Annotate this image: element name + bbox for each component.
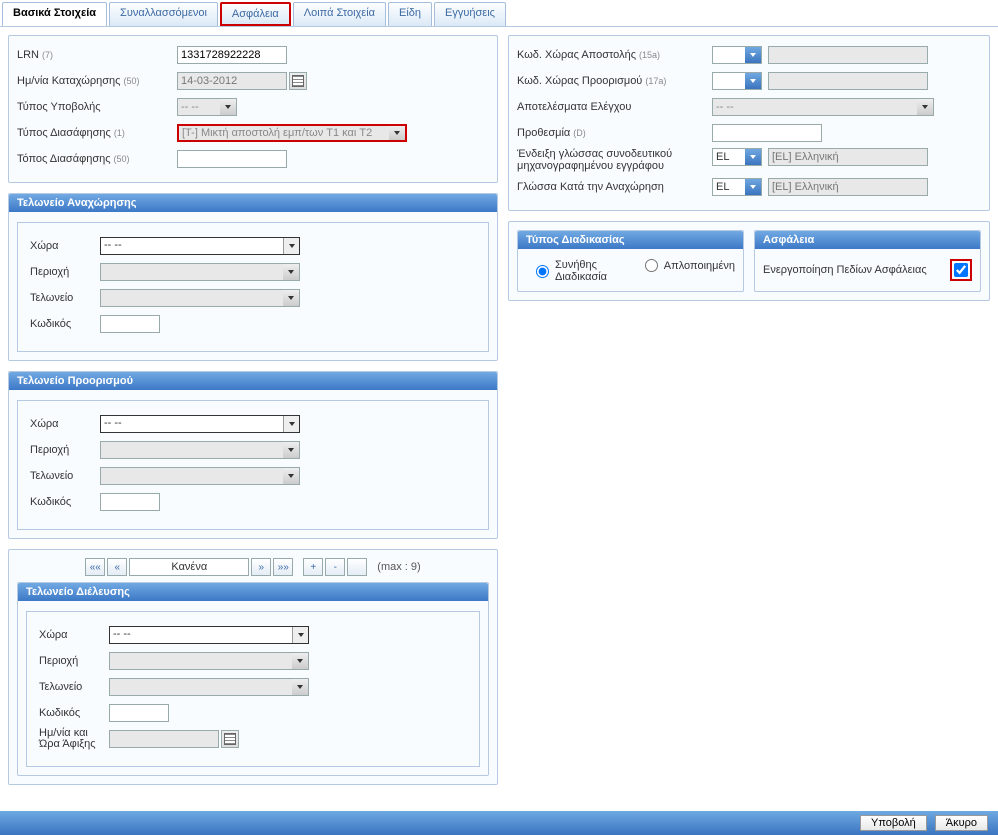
deptlang-label: Γλώσσα Κατά την Αναχώρηση <box>517 181 712 193</box>
chevron-down-icon[interactable] <box>283 238 299 254</box>
subtype-select[interactable]: -- -- <box>177 98 237 116</box>
dest-name <box>768 72 928 90</box>
regdate-label: Ημ/νία Καταχώρησης(50) <box>17 75 177 87</box>
dep-code-label: Κωδικός <box>30 318 100 330</box>
tab-other[interactable]: Λοιπά Στοιχεία <box>293 2 386 26</box>
dest-code-select[interactable] <box>712 72 762 90</box>
control-select[interactable]: -- -- <box>712 98 934 116</box>
declplace-input[interactable] <box>177 150 287 168</box>
security-panel: Ασφάλεια Ενεργοποίηση Πεδίων Ασφάλειας <box>754 230 981 292</box>
procedure-panel: Τύπος Διαδικασίας Συνήθης Διαδικασία Απλ… <box>517 230 744 292</box>
tr-arrival-dt <box>109 730 219 748</box>
regdate-display: 14-03-2012 <box>177 72 287 90</box>
chevron-down-icon[interactable] <box>283 442 299 458</box>
security-header: Ασφάλεια <box>755 231 980 249</box>
chevron-down-icon[interactable] <box>389 126 405 140</box>
dep-cust-select[interactable] <box>100 289 300 307</box>
chevron-down-icon[interactable] <box>292 653 308 669</box>
dispatch-label: Κωδ. Χώρας Αποστολής(15a) <box>517 49 712 61</box>
decltype-select[interactable]: [T-] Μικτή αποστολή εμπ/των T1 και T2 <box>177 124 407 142</box>
deptlang-code[interactable]: EL <box>712 178 762 196</box>
lrn-label: LRN(7) <box>17 49 177 61</box>
security-checkbox[interactable] <box>954 263 968 277</box>
nav-prev[interactable]: « <box>107 558 127 576</box>
procedure-header: Τύπος Διαδικασίας <box>518 231 743 249</box>
tr-region-select[interactable] <box>109 652 309 670</box>
nav-first[interactable]: «« <box>85 558 105 576</box>
tab-security[interactable]: Ασφάλεια <box>220 2 291 26</box>
destctry-label: Κωδ. Χώρας Προορισμού(17a) <box>517 75 712 87</box>
chevron-down-icon[interactable] <box>292 627 308 643</box>
nav-max: (max : 9) <box>377 561 420 573</box>
dep-country-select[interactable]: -- -- <box>100 237 300 255</box>
tab-items[interactable]: Είδη <box>388 2 432 26</box>
chevron-down-icon[interactable] <box>292 679 308 695</box>
deadline-input[interactable] <box>712 124 822 142</box>
dep-country-label: Χώρα <box>30 240 100 252</box>
cancel-button[interactable]: Άκυρο <box>935 815 988 831</box>
dest-country-select[interactable]: -- -- <box>100 415 300 433</box>
control-label: Αποτελέσματα Ελέγχου <box>517 101 712 113</box>
security-check-label: Ενεργοποίηση Πεδίων Ασφάλειας <box>763 264 927 276</box>
nav-add[interactable]: + <box>303 558 323 576</box>
chevron-down-icon[interactable] <box>283 468 299 484</box>
calendar-icon[interactable] <box>289 72 307 90</box>
deptlang-name: [EL] Ελληνική <box>768 178 928 196</box>
chevron-down-icon[interactable] <box>283 416 299 432</box>
chevron-down-icon[interactable] <box>745 149 761 165</box>
doclang-name: [EL] Ελληνική <box>768 148 928 166</box>
dep-code-input[interactable] <box>100 315 160 333</box>
dest-cust-select[interactable] <box>100 467 300 485</box>
declplace-label: Τόπος Διασάφησης(50) <box>17 153 177 165</box>
arrival-dt-label: Ημ/νία και Ώρα Άφιξης <box>39 728 109 750</box>
deadline-label: Προθεσμία(D) <box>517 127 712 139</box>
tab-basic[interactable]: Βασικά Στοιχεία <box>2 2 107 26</box>
tab-guarantees[interactable]: Εγγυήσεις <box>434 2 506 26</box>
transit-nav: «« « Κανένα » »» + - (max : 9) <box>17 558 489 576</box>
doclang-code[interactable]: EL <box>712 148 762 166</box>
radio-simplified[interactable]: Απλοποιημένη <box>645 259 735 283</box>
nav-position: Κανένα <box>129 558 249 576</box>
dest-code-input[interactable] <box>100 493 160 511</box>
dep-region-select[interactable] <box>100 263 300 281</box>
submit-button[interactable]: Υποβολή <box>860 815 927 831</box>
chevron-down-icon[interactable] <box>283 290 299 306</box>
footer-bar: Υποβολή Άκυρο <box>0 811 998 835</box>
dispatch-code-select[interactable] <box>712 46 762 64</box>
nav-last[interactable]: »» <box>273 558 293 576</box>
chevron-down-icon[interactable] <box>745 179 761 195</box>
tr-cust-select[interactable] <box>109 678 309 696</box>
nav-clear[interactable] <box>347 558 367 576</box>
radio-normal-input[interactable] <box>536 265 549 278</box>
radio-simplified-input[interactable] <box>645 259 658 272</box>
nav-remove[interactable]: - <box>325 558 345 576</box>
panel-destination: Τελωνείο Προορισμού <box>9 372 497 390</box>
subtype-label: Τύπος Υποβολής <box>17 101 177 113</box>
dispatch-name <box>768 46 928 64</box>
chevron-down-icon[interactable] <box>745 47 761 63</box>
chevron-down-icon[interactable] <box>917 99 933 115</box>
nav-next[interactable]: » <box>251 558 271 576</box>
panel-transit: Τελωνείο Διέλευσης <box>18 583 488 601</box>
radio-normal[interactable]: Συνήθης Διαδικασία <box>536 259 615 283</box>
dest-region-select[interactable] <box>100 441 300 459</box>
dep-region-label: Περιοχή <box>30 266 100 278</box>
calendar-icon[interactable] <box>221 730 239 748</box>
chevron-down-icon[interactable] <box>220 99 236 115</box>
tab-parties[interactable]: Συναλλασσόμενοι <box>109 2 218 26</box>
dep-cust-label: Τελωνείο <box>30 292 100 304</box>
chevron-down-icon[interactable] <box>283 264 299 280</box>
panel-departure: Τελωνείο Αναχώρησης <box>9 194 497 212</box>
tr-code-input[interactable] <box>109 704 169 722</box>
lrn-input[interactable] <box>177 46 287 64</box>
chevron-down-icon[interactable] <box>745 73 761 89</box>
security-check-wrap <box>950 259 972 281</box>
doclang-label: Ένδειξη γλώσσας συνοδευτικού μηχανογραφη… <box>517 148 712 172</box>
decltype-label: Τύπος Διασάφησης(1) <box>17 127 177 139</box>
tabs: Βασικά Στοιχεία Συναλλασσόμενοι Ασφάλεια… <box>0 0 998 27</box>
tr-country-select[interactable]: -- -- <box>109 626 309 644</box>
